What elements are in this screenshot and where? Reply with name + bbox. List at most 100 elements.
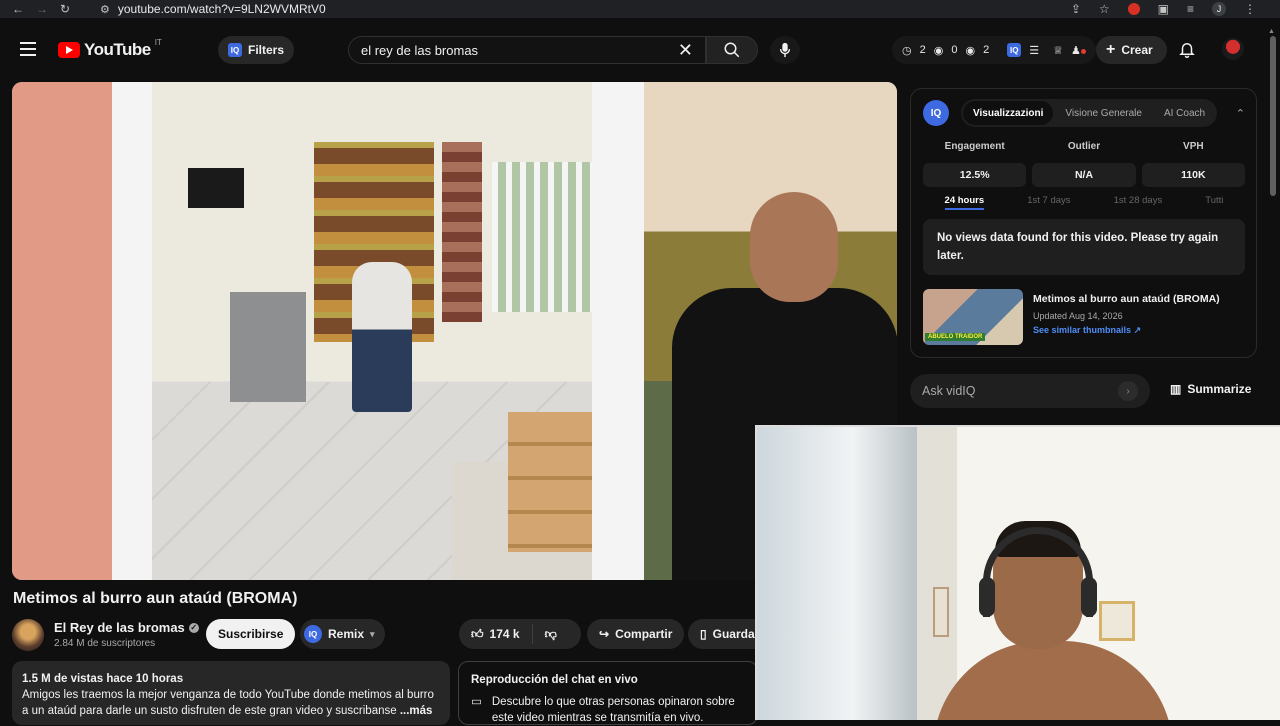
- channel-avatar[interactable]: [12, 619, 44, 651]
- thumbnail-caption: ABUELO TRAIDOR: [925, 333, 986, 341]
- voice-search-button[interactable]: [770, 36, 800, 64]
- vidiq-icon[interactable]: IQ: [1007, 43, 1022, 57]
- no-data-message: No views data found for this video. Plea…: [923, 219, 1245, 275]
- verified-icon: ✓: [188, 622, 199, 633]
- metric-value: 110K: [1141, 163, 1245, 187]
- clear-search-icon[interactable]: ✕: [678, 40, 693, 61]
- site-settings-icon[interactable]: ⚙: [100, 3, 110, 16]
- headphone-cup: [979, 577, 995, 617]
- address-bar[interactable]: ⚙ youtube.com/watch?v=9LN2WVMRtV0: [100, 0, 326, 18]
- chevron-up-icon[interactable]: ⌃: [1236, 107, 1245, 120]
- video-fridge: [230, 292, 306, 402]
- scroll-up-icon[interactable]: ▲: [1268, 28, 1275, 35]
- like-dislike-group: 👍︎ 174 k 👎︎: [459, 619, 581, 649]
- range-24-hours[interactable]: 24 hours: [944, 195, 985, 210]
- logo-text: YouTube: [84, 40, 151, 59]
- forward-icon[interactable]: →: [36, 2, 48, 16]
- notifications-button[interactable]: [1178, 40, 1196, 63]
- save-label: Guardar: [712, 627, 760, 641]
- profile-avatar[interactable]: J: [1212, 2, 1226, 16]
- menu-icon[interactable]: [20, 42, 36, 56]
- back-icon[interactable]: ←: [12, 2, 24, 16]
- list-icon[interactable]: ☰: [1029, 44, 1039, 57]
- similar-thumbnails-card[interactable]: ABUELO TRAIDOR Metimos al burro aun ataú…: [923, 289, 1245, 349]
- eye-icon: ◉: [933, 44, 944, 57]
- thumbs-down-icon: 👎︎: [544, 626, 557, 641]
- summarize-button[interactable]: ▥ Summarize: [1170, 382, 1251, 396]
- link-label: See similar thumbnails: [1033, 325, 1132, 335]
- webcam-overlay: [755, 425, 1280, 720]
- live-chat-replay[interactable]: Reproducción del chat en vivo ▭ Descubre…: [458, 661, 758, 725]
- subscriber-count: 2.84 M de suscriptores: [54, 638, 156, 649]
- video-tv: [188, 168, 244, 208]
- remix-button[interactable]: IQ Remix ▾: [300, 619, 385, 649]
- video-shelf: [442, 142, 482, 322]
- search-icon: [724, 42, 740, 58]
- vidiq-logo-icon: IQ: [923, 100, 949, 126]
- channel-name[interactable]: El Rey de las bromas: [54, 620, 185, 635]
- extension-stats[interactable]: ◷ 2 ◉ 0 ◉ 2 IQ ☰ ♕ ♟: [892, 36, 1096, 64]
- filters-button[interactable]: IQ Filters: [218, 36, 295, 64]
- extension-icon[interactable]: [1127, 3, 1140, 15]
- tab-visione-generale[interactable]: Visione Generale: [1055, 101, 1152, 125]
- webcam-wall: [917, 427, 957, 720]
- search-query: el rey de las bromas: [361, 42, 479, 58]
- vidiq-panel: IQ Visualizzazioni Visione Generale AI C…: [910, 88, 1257, 358]
- reload-icon[interactable]: ↻: [60, 2, 70, 16]
- share-button[interactable]: ↪ Compartir: [587, 619, 685, 649]
- country-code: IT: [154, 37, 162, 47]
- install-app-icon[interactable]: ⇪: [1071, 2, 1081, 16]
- metric-outlier: Outlier N/A: [1032, 141, 1136, 187]
- webcam-curtain: [757, 427, 917, 720]
- metric-label: Engagement: [944, 141, 1005, 152]
- bookmark-icon: ▯: [700, 627, 707, 641]
- eye-icon: ◉: [965, 44, 976, 57]
- youtube-logo[interactable]: YouTube IT: [58, 37, 162, 60]
- metric-value: N/A: [1032, 163, 1136, 187]
- range-1st-7-days[interactable]: 1st 7 days: [1027, 195, 1070, 210]
- youtube-play-icon: [58, 42, 80, 58]
- like-button[interactable]: 👍︎ 174 k: [459, 624, 533, 644]
- search-button[interactable]: [706, 36, 758, 64]
- view-stats: 1.5 M de vistas hace 10 horas: [22, 673, 184, 685]
- metric-engagement: Engagement 12.5%: [923, 141, 1027, 187]
- range-1st-28-days[interactable]: 1st 28 days: [1114, 195, 1163, 210]
- ask-vidiq-input[interactable]: Ask vidIQ ›: [910, 374, 1150, 408]
- description-box[interactable]: 1.5 M de vistas hace 10 horas Amigos les…: [12, 661, 450, 725]
- subscribe-button[interactable]: Suscribirse: [206, 619, 296, 649]
- tab-ai-coach[interactable]: AI Coach: [1154, 101, 1215, 125]
- chevron-right-icon[interactable]: ›: [1118, 381, 1138, 401]
- webcam-picture-frame: [1099, 601, 1135, 641]
- stat-c: 2: [983, 44, 990, 56]
- alert-icon[interactable]: ♟: [1071, 44, 1086, 57]
- plus-icon: +: [1106, 41, 1116, 58]
- metric-label: VPH: [1183, 141, 1204, 152]
- url-text: youtube.com/watch?v=9LN2WVMRtV0: [117, 2, 326, 16]
- show-more-link[interactable]: ...más: [400, 705, 433, 717]
- video-title: Metimos al burro aun ataúd (BROMA): [13, 590, 298, 607]
- browser-menu-icon[interactable]: ⋮: [1244, 2, 1256, 16]
- trophy-icon[interactable]: ♕: [1053, 44, 1063, 57]
- like-count: 174 k: [489, 627, 520, 641]
- dislike-button[interactable]: 👎︎: [533, 627, 569, 642]
- page-scrollbar[interactable]: [1270, 36, 1276, 196]
- stat-a: 2: [919, 44, 926, 56]
- tab-visualizzazioni[interactable]: Visualizzazioni: [963, 101, 1054, 125]
- create-button[interactable]: + Crear: [1096, 36, 1167, 64]
- description-body: Amigos les traemos la mejor venganza de …: [22, 689, 434, 717]
- channel-name-row[interactable]: El Rey de las bromas ✓: [54, 620, 199, 635]
- bookmark-star-icon[interactable]: ☆: [1099, 2, 1110, 16]
- account-avatar[interactable]: [1222, 38, 1244, 60]
- ask-placeholder: Ask vidIQ: [922, 384, 976, 398]
- see-similar-thumbnails-link[interactable]: See similar thumbnails ↗: [1033, 325, 1220, 336]
- extensions-puzzle-icon[interactable]: ▣: [1158, 2, 1169, 16]
- webcam-picture-frame: [933, 587, 949, 637]
- vidiq-metrics: Engagement 12.5% Outlier N/A VPH 110K: [923, 141, 1245, 187]
- reading-list-icon[interactable]: ≡: [1187, 2, 1194, 16]
- vidiq-range-tabs: 24 hours 1st 7 days 1st 28 days Tutti: [923, 195, 1245, 210]
- range-all[interactable]: Tutti: [1205, 195, 1223, 210]
- external-link-icon: ↗: [1133, 325, 1142, 335]
- video-thumbnail[interactable]: ABUELO TRAIDOR: [923, 289, 1023, 345]
- search-input[interactable]: el rey de las bromas ✕: [348, 36, 706, 64]
- description-text: Amigos les traemos la mejor venganza de …: [22, 687, 440, 719]
